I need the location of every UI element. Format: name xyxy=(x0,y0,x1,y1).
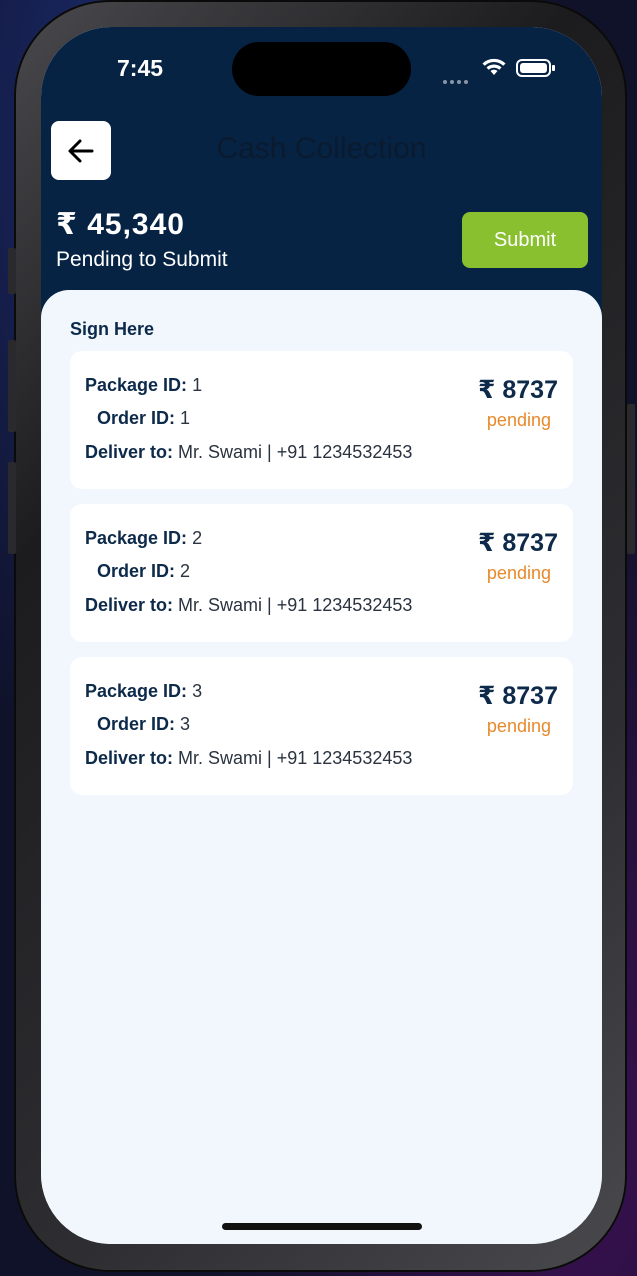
power-button xyxy=(627,404,635,554)
submit-button[interactable]: Submit xyxy=(462,212,588,268)
order-id-row: Order ID: 3 xyxy=(97,714,190,735)
home-indicator[interactable] xyxy=(222,1223,422,1230)
deliver-to-row: Deliver to: Mr. Swami | +91 1234532453 xyxy=(85,595,412,616)
deliver-to-label: Deliver to: xyxy=(85,748,174,768)
signal-icon xyxy=(443,71,473,84)
package-id-value: 3 xyxy=(192,681,203,701)
package-id-value: 2 xyxy=(192,528,203,548)
order-id-row: Order ID: 2 xyxy=(97,561,190,582)
order-id-value: 3 xyxy=(180,714,191,734)
deliver-to-value: Mr. Swami | +91 1234532453 xyxy=(178,442,413,462)
page-title: Cash Collection xyxy=(216,132,427,165)
package-status: pending xyxy=(486,716,551,736)
order-id-label: Order ID: xyxy=(97,561,176,581)
volume-down-button xyxy=(8,462,16,554)
package-id-row: Package ID: 1 xyxy=(85,375,202,396)
deliver-to-label: Deliver to: xyxy=(85,442,174,462)
deliver-to-row: Deliver to: Mr. Swami | +91 1234532453 xyxy=(85,748,412,769)
content-panel: Sign Here Package ID: 1 Order ID: 1 Deli… xyxy=(41,290,602,1244)
package-card[interactable]: Package ID: 1 Order ID: 1 Deliver to: Mr… xyxy=(70,351,573,489)
section-title: Sign Here xyxy=(70,319,155,339)
dynamic-island xyxy=(232,42,411,96)
total-pending-label: Pending to Submit xyxy=(56,248,228,271)
package-id-row: Package ID: 2 xyxy=(85,528,202,549)
status-time: 7:45 xyxy=(117,55,164,81)
action-button xyxy=(8,248,16,294)
package-id-row: Package ID: 3 xyxy=(85,681,202,702)
battery-icon xyxy=(516,59,555,77)
wifi-icon xyxy=(482,58,506,75)
deliver-to-value: Mr. Swami | +91 1234532453 xyxy=(178,595,413,615)
deliver-to-row: Deliver to: Mr. Swami | +91 1234532453 xyxy=(85,442,412,463)
package-amount: ₹ 8737 xyxy=(478,682,558,710)
volume-up-button xyxy=(8,340,16,432)
order-id-value: 1 xyxy=(180,408,191,428)
deliver-to-label: Deliver to: xyxy=(85,595,174,615)
order-id-label: Order ID: xyxy=(97,408,176,428)
package-amount: ₹ 8737 xyxy=(478,529,558,557)
app-screen: 7:45 Cash Collection ₹ 45,340 Pending to… xyxy=(41,27,602,1244)
package-id-label: Package ID: xyxy=(85,681,188,701)
package-id-value: 1 xyxy=(192,375,203,395)
package-status: pending xyxy=(486,563,551,583)
header: 7:45 Cash Collection ₹ 45,340 Pending to… xyxy=(41,27,602,327)
package-card[interactable]: Package ID: 2 Order ID: 2 Deliver to: Mr… xyxy=(70,504,573,642)
order-id-value: 2 xyxy=(180,561,191,581)
package-amount: ₹ 8737 xyxy=(478,376,558,404)
package-id-label: Package ID: xyxy=(85,375,188,395)
total-pending-amount: ₹ 45,340 xyxy=(56,208,185,241)
package-id-label: Package ID: xyxy=(85,528,188,548)
order-id-row: Order ID: 1 xyxy=(97,408,190,429)
package-card[interactable]: Package ID: 3 Order ID: 3 Deliver to: Mr… xyxy=(70,657,573,795)
order-id-label: Order ID: xyxy=(97,714,176,734)
package-status: pending xyxy=(486,410,551,430)
deliver-to-value: Mr. Swami | +91 1234532453 xyxy=(178,748,413,768)
